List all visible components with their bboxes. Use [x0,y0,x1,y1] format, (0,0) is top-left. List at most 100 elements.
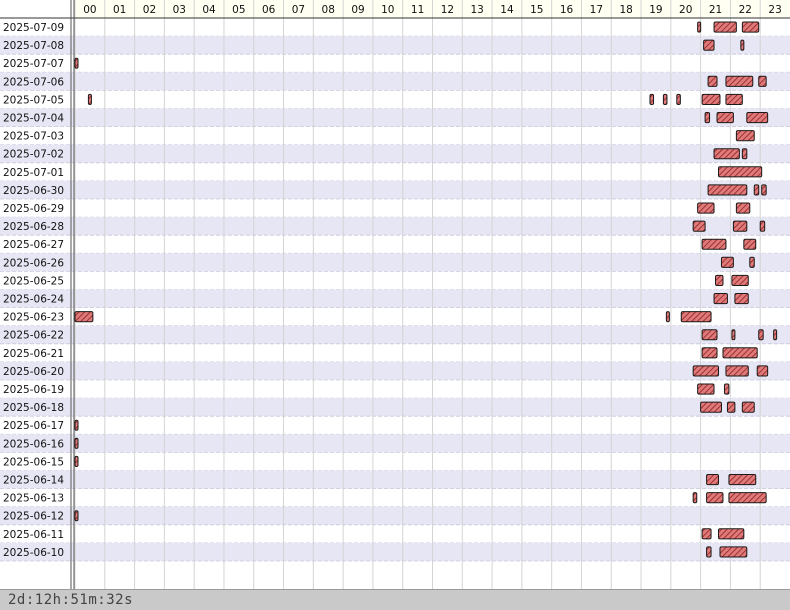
row-date-label: 2025-06-12 [3,511,64,523]
activity-bar [735,130,755,142]
activity-bar [725,75,754,87]
activity-bar [749,256,755,268]
activity-bar [725,365,749,377]
activity-bar [701,93,721,106]
activity-bar [697,21,702,33]
hour-label: 05 [232,4,245,16]
row-date-label: 2025-07-09 [3,22,64,34]
activity-bar [723,383,730,395]
activity-bar [692,365,719,377]
activity-bar [697,202,715,214]
row-date-label: 2025-06-27 [3,239,64,251]
row-band [0,253,790,272]
row-date-label: 2025-07-03 [3,131,64,143]
hour-label: 11 [411,4,424,16]
activity-bar [726,401,736,413]
hour-label: 13 [471,4,484,16]
activity-bar [701,347,718,359]
activity-bar [734,293,749,305]
row-band [0,506,790,525]
row-date-label: 2025-06-11 [3,529,64,541]
activity-bar [665,311,670,323]
row-date-label: 2025-06-16 [3,438,64,450]
hour-label: 09 [351,4,364,16]
row-date-label: 2025-07-02 [3,149,64,161]
activity-bar [701,329,718,341]
row-date-label: 2025-06-28 [3,221,64,233]
row-date-label: 2025-07-06 [3,76,64,88]
activity-bar [713,293,728,305]
hour-label: 01 [113,4,126,16]
activity-bar [728,492,767,504]
activity-bar [74,437,79,449]
activity-bar [773,329,778,341]
hour-label: 15 [530,4,543,16]
activity-bar [725,93,743,106]
hour-label: 16 [560,4,574,16]
activity-bar [718,528,745,540]
activity-bar [761,184,767,196]
hour-label: 21 [709,4,722,16]
activity-bar [706,492,724,504]
row-band [0,36,790,55]
activity-bar [700,401,722,413]
activity-bar [719,546,748,558]
activity-bar [716,112,734,124]
row-date-label: 2025-06-14 [3,475,64,487]
activity-bar [718,166,763,178]
activity-bar [720,256,734,268]
activity-bar [759,220,766,232]
activity-bar [732,220,748,232]
activity-bar [74,419,79,431]
activity-bar [701,238,727,250]
row-band [0,72,790,91]
activity-bar [741,21,760,33]
status-bar: 2d:12h:51m:32s [0,589,790,610]
row-band [0,434,790,453]
corner-cell [0,0,75,18]
activity-bar [692,220,706,232]
row-date-label: 2025-06-29 [3,203,64,215]
activity-bar [743,238,757,250]
hour-label: 19 [649,4,662,16]
row-date-label: 2025-06-17 [3,420,64,432]
row-date-label: 2025-07-07 [3,58,64,70]
row-band [0,398,790,417]
row-band [0,144,790,163]
hour-label: 10 [381,4,394,16]
activity-bar [728,474,757,486]
row-band [0,361,790,380]
total-duration: 2d:12h:51m:32s [8,592,134,608]
hour-label: 04 [202,4,216,16]
activity-bar [649,93,655,106]
hour-label: 00 [83,4,96,16]
activity-bar [746,112,769,124]
activity-bar [707,184,748,196]
activity-bar [74,510,79,522]
activity-bar [676,93,681,106]
activity-bar [707,75,718,87]
activity-bar [703,39,715,51]
activity-bar [731,274,749,286]
activity-bar [87,93,92,106]
row-date-label: 2025-06-21 [3,348,64,360]
hour-label: 06 [262,4,276,16]
row-date-label: 2025-06-10 [3,547,64,559]
activity-bar [692,492,698,504]
hour-label: 07 [292,4,305,16]
row-date-label: 2025-06-18 [3,402,64,414]
activity-bar [706,546,712,558]
row-band [0,289,790,308]
hour-label: 22 [739,4,752,16]
activity-bar [713,148,740,160]
activity-bar [706,474,719,486]
row-band [0,217,790,236]
row-date-label: 2025-06-22 [3,330,64,342]
activity-bar [704,112,711,124]
row-band [0,108,790,127]
activity-bar [662,93,668,106]
row-band [0,180,790,199]
activity-bar [741,148,748,160]
activity-bar [756,365,769,377]
activity-bar [697,383,715,395]
